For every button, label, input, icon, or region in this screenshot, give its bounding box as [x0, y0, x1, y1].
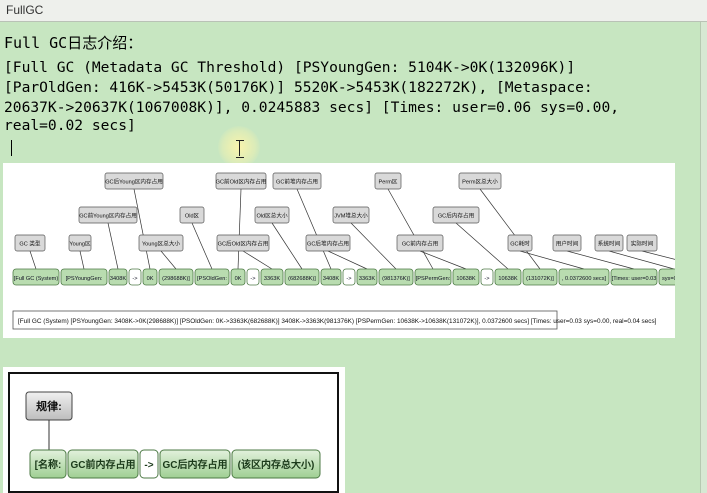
rule-diagram-svg: 规律: [名称: GC前内存占用 -> GC后内存占用 (该区内存总大小) [25, 391, 321, 479]
vertical-scrollbar[interactable] [700, 22, 707, 493]
callout-label: GC后内存占用 [438, 212, 474, 220]
log-segment-label: [PSYoungGen: [66, 276, 103, 282]
full-log-line: [Full GC (System) [PSYoungGen: 3408K->0K… [18, 318, 657, 325]
title-bar: FullGC [0, 0, 707, 22]
text-caret [11, 140, 12, 156]
gc-diagram-svg: GC 类型 Young区 GC前Young区内存占用 GC后Young区内存占用 You… [12, 172, 707, 330]
log-segment-label: 10638K [498, 276, 518, 282]
log-segment-label: [Full GC (System) [14, 276, 59, 282]
callout-label: GC前堆内存占用 [276, 178, 318, 186]
log-segment-label: [PSPermGen: [416, 276, 451, 282]
log-segment-label: [PSOldGen: [197, 276, 227, 282]
callout-connector [79, 250, 85, 270]
callout-connector [237, 188, 242, 270]
callout-connector [566, 250, 635, 270]
callout-connector [608, 250, 675, 270]
callout-label: Old区总大小 [256, 212, 287, 220]
log-segment-label: 3363K [359, 276, 375, 282]
rule-segment-label: [名称: [35, 458, 62, 471]
callout-label: JVM堆总大小 [334, 212, 368, 220]
callout-connector [455, 222, 509, 270]
log-segment-label: 3408K [110, 276, 126, 282]
log-line-4: real=0.02 secs] [4, 117, 136, 134]
log-segment-label: 10638K [456, 276, 476, 282]
callout-connector [350, 222, 397, 270]
rule-segment-label: GC前内存占用 [71, 458, 136, 471]
callout-label: GC后Young区内存占用 [105, 178, 163, 186]
rule-label: 规律: [36, 399, 62, 413]
callout-connector [107, 222, 119, 270]
rule-segment-label: GC后内存占用 [163, 458, 228, 471]
log-segment-label: (981376K)] [382, 276, 410, 282]
callout-connector [419, 250, 467, 270]
log-segment-label: , 0.0372600 secs] [562, 276, 607, 282]
log-segment-label: -> [132, 276, 137, 282]
log-segment-label: (682688K)] [288, 276, 316, 282]
log-line-2: [ParOldGen: 416K->5453K(50176K)] 5520K->… [4, 79, 593, 96]
log-segment-label: 0K [147, 276, 154, 282]
rule-segment-label: -> [144, 460, 153, 471]
rule-frame: 规律: [名称: GC前内存占用 -> GC后内存占用 (该区内存总大小) [8, 372, 339, 493]
log-segment-label: [Times: user=0.03 [612, 276, 657, 282]
ibeam-cursor-icon [236, 140, 244, 158]
callout-connector [160, 250, 177, 270]
log-segment-label: 3408K [323, 276, 339, 282]
window-title: FullGC [6, 3, 44, 17]
callout-label: 用户时间 [556, 240, 579, 248]
callout-connector [519, 250, 585, 270]
log-segment-label: 3363K [264, 276, 280, 282]
callout-label: Young区总大小 [142, 240, 180, 248]
log-segment-label: 0K [235, 276, 242, 282]
callout-label: Perm区总大小 [462, 178, 498, 186]
callout-connector [479, 188, 541, 270]
callout-label: GC前Old区内存占用 [216, 178, 267, 186]
callout-connector [271, 222, 303, 270]
log-segment-label: (298688K)] [162, 276, 190, 282]
log-line-3: 20637K->20637K(1067008K)], 0.0245883 sec… [4, 99, 620, 116]
callout-label: GC前内存占用 [402, 240, 438, 248]
callout-connector [327, 250, 368, 270]
log-segment-label: sys=0.00, [662, 276, 675, 282]
callout-label: 实际时间 [631, 240, 654, 248]
callout-connector [641, 250, 707, 268]
callout-connector [242, 250, 273, 270]
log-segment-label: (131072K)] [526, 276, 554, 282]
gc-diagram-image: GC 类型 Young区 GC前Young区内存占用 GC后Young区内存占用 You… [3, 163, 707, 338]
log-heading: Full GC日志介绍： [4, 34, 143, 52]
callout-label: Old区 [185, 213, 200, 220]
callout-label: GC 类型 [19, 240, 41, 248]
callout-connector [387, 188, 434, 270]
callout-label: GC耗时 [510, 240, 530, 248]
callout-label: Young区 [69, 241, 91, 248]
callout-label: GC后堆内存占用 [307, 240, 349, 248]
callout-label: GC后Old区内存占用 [218, 240, 269, 248]
log-line-1: [Full GC (Metadata GC Threshold) [PSYoun… [4, 59, 576, 76]
callout-label: 系统时间 [598, 240, 621, 248]
rule-diagram-image: 规律: [名称: GC前内存占用 -> GC后内存占用 (该区内存总大小) [3, 367, 345, 493]
callout-connector [296, 188, 332, 270]
log-segment-label: -> [484, 276, 489, 282]
log-segment-label: -> [250, 276, 255, 282]
callout-label: Perm区 [379, 179, 398, 186]
log-segment-label: -> [346, 276, 351, 282]
callout-connector [191, 222, 213, 270]
rule-segment-label: (该区内存总大小) [238, 458, 315, 471]
callout-connector [29, 250, 37, 270]
callout-label: GC前Young区内存占用 [79, 212, 137, 220]
callout-connector [133, 188, 151, 270]
